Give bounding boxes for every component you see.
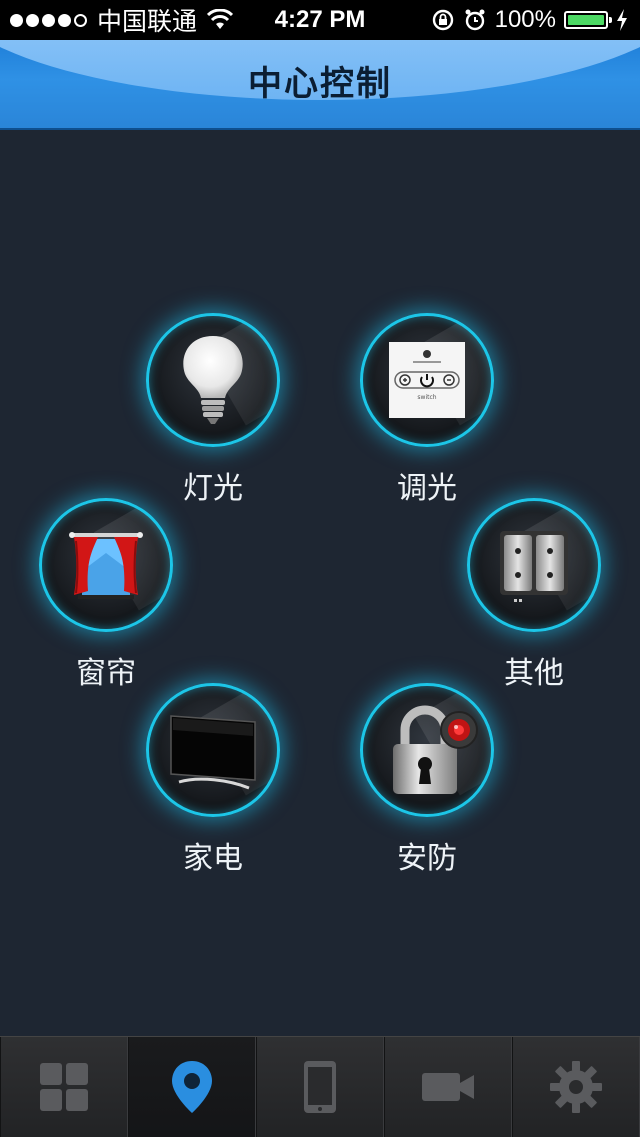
video-camera-icon	[422, 1073, 474, 1101]
status-right: 100%	[431, 5, 628, 35]
wall-switch-icon	[500, 531, 568, 602]
tab-settings[interactable]	[512, 1037, 640, 1137]
battery-percent: 100%	[494, 6, 556, 33]
rotation-lock-icon	[432, 9, 453, 31]
grid-icon	[40, 1063, 88, 1111]
tab-tablet[interactable]	[256, 1037, 384, 1137]
curtains-button[interactable]	[39, 498, 173, 632]
dimming-button[interactable]: switch	[360, 313, 494, 447]
status-left: 中国联通	[10, 5, 234, 36]
tab-location[interactable]	[128, 1037, 256, 1137]
dimmer-caption: switch	[417, 394, 437, 401]
tablet-icon	[304, 1061, 336, 1113]
tab-bar	[0, 1036, 640, 1137]
nav-bar: 中心控制	[0, 40, 640, 130]
appliances-label: 家电	[183, 841, 243, 876]
status-bar: 中国联通 4:27 PM 100%	[0, 0, 640, 40]
other-button[interactable]	[467, 498, 601, 632]
padlock-camera-icon	[393, 705, 478, 794]
gear-icon	[550, 1061, 602, 1113]
charging-icon	[617, 9, 627, 31]
alarm-icon	[465, 9, 485, 31]
battery-icon	[564, 11, 612, 29]
light-bulb-icon	[183, 336, 243, 424]
tab-camera[interactable]	[384, 1037, 512, 1137]
appliances-button[interactable]	[146, 683, 280, 817]
security-label: 安防	[397, 841, 457, 876]
curtain-icon	[69, 532, 143, 599]
control-grid: 灯光 switch 调光 窗帘 其他 家电 安防	[0, 130, 640, 1036]
location-pin-icon	[172, 1061, 212, 1113]
lighting-button[interactable]	[146, 313, 280, 447]
carrier-name: 中国联通	[97, 7, 198, 36]
television-icon	[170, 715, 256, 790]
signal-strength-icon	[10, 13, 87, 27]
dimmer-switch-icon	[389, 342, 465, 418]
security-button[interactable]	[360, 683, 494, 817]
wifi-icon	[207, 9, 234, 29]
tab-grid[interactable]	[0, 1037, 128, 1137]
page-title: 中心控制	[248, 64, 392, 104]
